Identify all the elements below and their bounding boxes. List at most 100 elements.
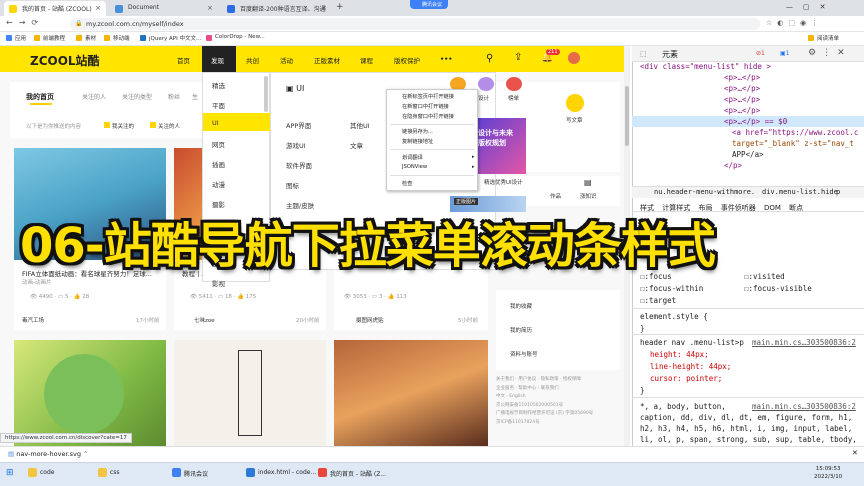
upload-icon[interactable]: ⇪: [514, 52, 522, 63]
sub-article[interactable]: 文章: [350, 140, 363, 150]
bookmark-jquery[interactable]: jQuery API 中文文...: [140, 34, 201, 42]
tab-zcool-home[interactable]: 我的首页 - 站酷 (ZCOOL) ×: [4, 1, 106, 16]
card-image-calligraphy[interactable]: [174, 340, 326, 446]
new-tab-icon[interactable]: +: [336, 2, 344, 12]
dropdown-scrollbar-thumb[interactable]: [264, 76, 268, 112]
state-focus-visible[interactable]: ☐:focus-visible: [744, 284, 812, 293]
breadcrumb-item[interactable]: div.menu-list.hide: [762, 188, 838, 196]
close-icon[interactable]: ×: [95, 4, 101, 12]
filter-following[interactable]: 我关注的: [104, 122, 134, 130]
learn-icon[interactable]: ▤: [584, 178, 592, 187]
footer-line[interactable]: 企业服务 · 帮助中心 · 联系我们: [496, 385, 620, 394]
ctx-jsonview[interactable]: JSONView: [402, 164, 427, 170]
dom-line[interactable]: <div class="menu-list" hide >: [640, 62, 771, 71]
nav-courses[interactable]: 课程: [360, 55, 373, 65]
nav-home[interactable]: 首页: [177, 55, 190, 65]
card-image-dog[interactable]: [14, 340, 166, 446]
rule-selector[interactable]: header nav .menu-list>p: [640, 338, 744, 347]
card-author[interactable]: 毒汽工场: [22, 316, 44, 324]
tab-fans[interactable]: 粉丝: [168, 92, 180, 101]
filter-people[interactable]: 关注的人: [150, 122, 180, 130]
start-icon[interactable]: ⊞: [6, 468, 14, 478]
tab-my-home[interactable]: 我的首页: [26, 92, 54, 102]
info-count[interactable]: ▣1: [780, 50, 790, 57]
url-input[interactable]: 🔒 my.zcool.com.cn/myself/index: [70, 18, 760, 30]
design-icon[interactable]: [478, 77, 494, 91]
category-web[interactable]: 网页: [212, 139, 225, 149]
ctx-open-new-tab[interactable]: 在新标签页中打开链接: [402, 93, 454, 100]
reading-list[interactable]: 阅读清单: [808, 34, 839, 42]
zcool-logo[interactable]: ZCOOL站酷: [30, 52, 100, 69]
category-illustration[interactable]: 插画: [212, 159, 225, 169]
footer-line[interactable]: 关于我们 · 用户协议 · 隐私政策 · 授权保障: [496, 376, 620, 385]
breadcrumb-item[interactable]: nu.header-menu-withmore.: [654, 188, 755, 196]
tab-baidu-translate[interactable]: 百度翻译-200种语言互译、沟通 ×: [222, 1, 332, 16]
menu-my-resume[interactable]: 我的简历: [510, 326, 532, 334]
card-image-fantasy[interactable]: [334, 340, 488, 446]
dom-line[interactable]: <p>…</p>: [724, 106, 760, 115]
error-count[interactable]: ⊘1: [756, 50, 765, 57]
ctx-inspect[interactable]: 检查: [402, 180, 412, 187]
category-anime[interactable]: 动漫: [212, 179, 225, 189]
card-author[interactable]: 七味zoe: [194, 316, 215, 324]
taskbar-code[interactable]: code: [28, 468, 54, 477]
element-style-rule[interactable]: element.style {: [640, 312, 708, 321]
write-article-label[interactable]: 写文章: [566, 116, 583, 124]
rule-source-link[interactable]: main.min.cs…303500836:2: [752, 338, 856, 347]
download-item[interactable]: ▤ nav-more-hover.svg ⌃: [8, 450, 89, 458]
category-ui[interactable]: UI: [212, 119, 219, 127]
tab-document[interactable]: Document ×: [110, 1, 218, 16]
sub-software[interactable]: 软件界面: [286, 160, 312, 170]
dom-line[interactable]: <p>…</p>: [724, 95, 760, 104]
tab-more[interactable]: 生: [192, 92, 198, 101]
category-featured[interactable]: 精选: [212, 80, 225, 90]
rule-prop[interactable]: line-height: 44px;: [650, 362, 731, 371]
icon-label[interactable]: 榜单: [508, 94, 519, 102]
nav-copyright[interactable]: 版权保护: [394, 55, 420, 65]
sub-app[interactable]: APP界面: [286, 120, 311, 130]
nav-cocreate[interactable]: 共创: [246, 55, 259, 65]
breadcrumb-item[interactable]: p: [836, 188, 840, 196]
bookmark-materials[interactable]: 素材: [76, 34, 96, 42]
taskbar-css[interactable]: css: [98, 468, 120, 477]
ctx-save-link[interactable]: 链接另存为...: [402, 128, 433, 135]
icon-label[interactable]: 设计: [478, 94, 489, 102]
learn-label[interactable]: 涨知识: [580, 192, 597, 200]
meeting-badge[interactable]: 腾讯会议: [410, 0, 449, 9]
taskbar-chrome[interactable]: 我的首页 - 站酷 (Z...: [318, 468, 386, 478]
write-article-icon[interactable]: [566, 94, 584, 112]
close-icon[interactable]: ×: [321, 4, 327, 12]
ctx-translate[interactable]: 划词翻译: [402, 154, 423, 161]
dom-line[interactable]: target="_blank" z-st="nav_t: [732, 139, 854, 148]
inspect-icon[interactable]: ⬚: [640, 50, 647, 58]
taskbar-meeting[interactable]: 腾讯会议: [172, 468, 208, 478]
devtools-tab-elements[interactable]: 元素: [662, 49, 678, 60]
taskbar-vscode[interactable]: index.html - code...: [246, 468, 316, 477]
rule-prop[interactable]: cursor: pointer;: [650, 374, 722, 383]
menu-account[interactable]: 资料与账号: [510, 350, 538, 358]
footer-line[interactable]: 中文 · English: [496, 393, 620, 402]
state-visited[interactable]: ☐:visited: [744, 272, 785, 281]
rule-source-link[interactable]: main.min.cs…303500836:2: [752, 402, 856, 411]
rule-prop[interactable]: height: 44px;: [650, 350, 709, 359]
bookmark-apps[interactable]: 应用: [6, 34, 26, 42]
ctx-copy-link[interactable]: 复制链接地址: [402, 138, 433, 145]
devtools-menu-icons[interactable]: ⚙⋮✕: [808, 48, 851, 58]
close-icon[interactable]: ×: [207, 4, 213, 12]
search-icon[interactable]: ⚲: [486, 53, 493, 64]
category-graphic[interactable]: 平面: [212, 100, 225, 110]
dom-line-selected[interactable]: <p>…</p> == $0: [724, 117, 787, 126]
taskbar-clock[interactable]: 15:09:53 2022/3/10: [814, 465, 842, 481]
tab-following[interactable]: 关注的人: [82, 92, 106, 101]
sub-game-ui[interactable]: 游戏UI: [286, 140, 306, 150]
nav-activity[interactable]: 活动: [280, 55, 293, 65]
menu-my-collect[interactable]: 我的收藏: [510, 302, 532, 310]
dom-line[interactable]: <p>…</p>: [724, 73, 760, 82]
nav-discover[interactable]: 发现: [211, 55, 224, 65]
avatar[interactable]: [568, 52, 580, 64]
dom-line[interactable]: </p>: [724, 161, 742, 170]
state-focus-within[interactable]: ☐:focus-within: [640, 284, 703, 293]
ctx-open-incognito[interactable]: 在隐身窗口中打开链接: [402, 113, 454, 120]
tab-following-types[interactable]: 关注的类型: [122, 92, 152, 101]
sub-other-ui[interactable]: 其他UI: [350, 120, 370, 130]
